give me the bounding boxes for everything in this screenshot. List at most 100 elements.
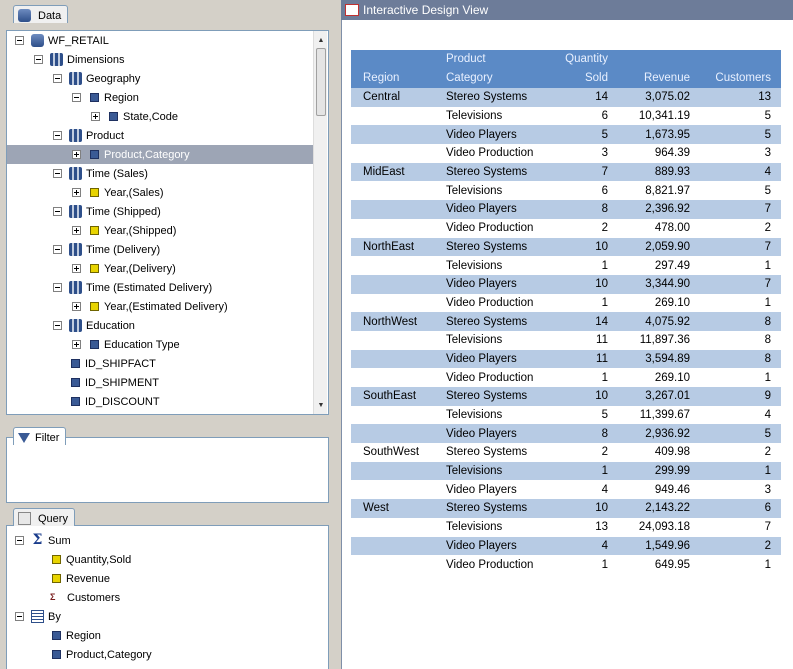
data-panel-tab-label: Data: [38, 9, 62, 22]
expand-icon[interactable]: [72, 302, 81, 311]
table-row: Central Stereo Systems 14 3,075.02 13: [351, 88, 781, 107]
table-row: SouthWest Stereo Systems 2 409.98 2: [351, 443, 781, 462]
table-row: Video Players 8 2,936.92 5: [351, 424, 781, 444]
collapse-icon[interactable]: [53, 131, 62, 140]
query-tree-item-customers[interactable]: Σ Customers: [7, 588, 327, 607]
collapse-icon[interactable]: [15, 612, 24, 621]
data-tree-item-region[interactable]: Region: [7, 88, 313, 107]
data-tree-item-state-code[interactable]: State,Code: [7, 107, 313, 126]
table-row: Televisions 5 11,399.67 4: [351, 405, 781, 425]
query-tree-item-region[interactable]: Region: [7, 626, 327, 645]
cell-region: [351, 106, 434, 126]
cell-quantity: 2: [556, 218, 618, 238]
hierarchy-icon: [69, 72, 82, 85]
data-tree-item-education[interactable]: Education: [7, 316, 313, 335]
cell-region: [351, 461, 434, 481]
data-tree-item-time-delivery[interactable]: Time (Delivery): [7, 240, 313, 259]
data-tree-item-year-sales[interactable]: Year,(Sales): [7, 183, 313, 202]
query-icon: [18, 512, 31, 525]
cell-revenue: 3,075.02: [618, 88, 700, 107]
scroll-down-icon[interactable]: ▼: [314, 398, 328, 412]
cell-customers: 5: [700, 181, 781, 201]
data-tree-item-time-estimated-delivery[interactable]: Time (Estimated Delivery): [7, 278, 313, 297]
data-tree-item-id-discount[interactable]: ID_DISCOUNT: [7, 392, 313, 411]
data-tree-item-year-estimated-delivery[interactable]: Year,(Estimated Delivery): [7, 297, 313, 316]
table-row: Video Players 11 3,594.89 8: [351, 349, 781, 369]
collapse-icon[interactable]: [53, 245, 62, 254]
cell-revenue: 299.99: [618, 461, 700, 481]
data-tree-scrollbar[interactable]: ▲ ▼: [313, 31, 327, 414]
data-tree-item-time-shipped[interactable]: Time (Shipped): [7, 202, 313, 221]
data-tree-item-product[interactable]: Product: [7, 126, 313, 145]
query-tree-item-sum[interactable]: Σ Sum: [7, 531, 327, 550]
data-tree-item-year-shipped[interactable]: Year,(Shipped): [7, 221, 313, 240]
cell-region: [351, 256, 434, 275]
collapse-icon[interactable]: [72, 93, 81, 102]
cell-region: NorthEast: [351, 237, 434, 257]
date-field-icon: [90, 302, 99, 311]
data-tree-item-label: Dimensions: [67, 53, 125, 66]
collapse-icon[interactable]: [34, 55, 43, 64]
scroll-thumb[interactable]: [316, 48, 326, 116]
collapse-icon[interactable]: [53, 321, 62, 330]
data-tree-item-id-shipfact[interactable]: ID_SHIPFACT: [7, 354, 313, 373]
expand-icon[interactable]: [72, 150, 81, 159]
cell-customers: 9: [700, 387, 781, 406]
collapse-icon[interactable]: [15, 36, 24, 45]
measure-icon: [52, 574, 61, 583]
data-tree-item-label: WF_RETAIL: [48, 34, 109, 47]
query-tree-item-label: By: [48, 610, 61, 623]
cell-customers: 5: [700, 424, 781, 444]
data-tree-item-wf-retail[interactable]: WF_RETAIL: [7, 31, 313, 50]
scroll-up-icon[interactable]: ▲: [314, 33, 328, 47]
cell-revenue: 3,344.90: [618, 274, 700, 294]
collapse-icon[interactable]: [15, 536, 24, 545]
data-tree-item-education-type[interactable]: Education Type: [7, 335, 313, 354]
cell-category: Video Players: [434, 274, 556, 294]
collapse-icon[interactable]: [53, 207, 62, 216]
cell-customers: 1: [700, 368, 781, 387]
collapse-icon[interactable]: [53, 283, 62, 292]
filter-panel[interactable]: [6, 437, 329, 503]
cell-quantity: 4: [556, 480, 618, 500]
data-tree-item-geography[interactable]: Geography: [7, 69, 313, 88]
expand-icon[interactable]: [72, 188, 81, 197]
field-icon: [90, 340, 99, 349]
data-tree-item-year-delivery[interactable]: Year,(Delivery): [7, 259, 313, 278]
query-tree-item-revenue[interactable]: Revenue: [7, 569, 327, 588]
filter-panel-tab[interactable]: Filter: [13, 427, 67, 445]
cell-quantity: 10: [556, 387, 618, 406]
cell-customers: 3: [700, 144, 781, 163]
report-table: Region Product Category Quantity Sold Reve…: [351, 50, 781, 574]
table-row: Video Players 5 1,673.95 5: [351, 125, 781, 145]
collapse-icon[interactable]: [53, 169, 62, 178]
table-row: MidEast Stereo Systems 7 889.93 4: [351, 162, 781, 182]
query-tree-item-quantity-sold[interactable]: Quantity,Sold: [7, 550, 327, 569]
data-tree-item-label: Education: [86, 319, 135, 332]
cell-quantity: 11: [556, 349, 618, 369]
cell-quantity: 3: [556, 144, 618, 163]
expand-icon[interactable]: [91, 112, 100, 121]
query-tree-item-by[interactable]: By: [7, 607, 327, 626]
data-tree-item-id-shipment[interactable]: ID_SHIPMENT: [7, 373, 313, 392]
query-tree-item-product-category[interactable]: Product,Category: [7, 645, 327, 664]
cell-customers: 13: [700, 88, 781, 107]
expand-icon[interactable]: [72, 340, 81, 349]
data-tree-item-product-category[interactable]: Product,Category: [7, 145, 313, 164]
cell-region: [351, 330, 434, 350]
cell-quantity: 1: [556, 256, 618, 275]
cell-category: Televisions: [434, 517, 556, 537]
table-row: Televisions 1 297.49 1: [351, 256, 781, 275]
cell-region: SouthWest: [351, 443, 434, 462]
expand-icon[interactable]: [72, 264, 81, 273]
data-panel-tab[interactable]: Data: [13, 5, 69, 23]
query-panel-tab[interactable]: Query: [13, 508, 75, 526]
collapse-icon[interactable]: [53, 74, 62, 83]
expand-icon[interactable]: [72, 226, 81, 235]
table-row: Video Production 3 964.39 3: [351, 144, 781, 163]
data-tree-item-label: State,Code: [123, 110, 179, 123]
cell-revenue: 2,143.22: [618, 499, 700, 518]
data-tree-item-time-sales[interactable]: Time (Sales): [7, 164, 313, 183]
cell-revenue: 10,341.19: [618, 106, 700, 126]
data-tree-item-dimensions[interactable]: Dimensions: [7, 50, 313, 69]
